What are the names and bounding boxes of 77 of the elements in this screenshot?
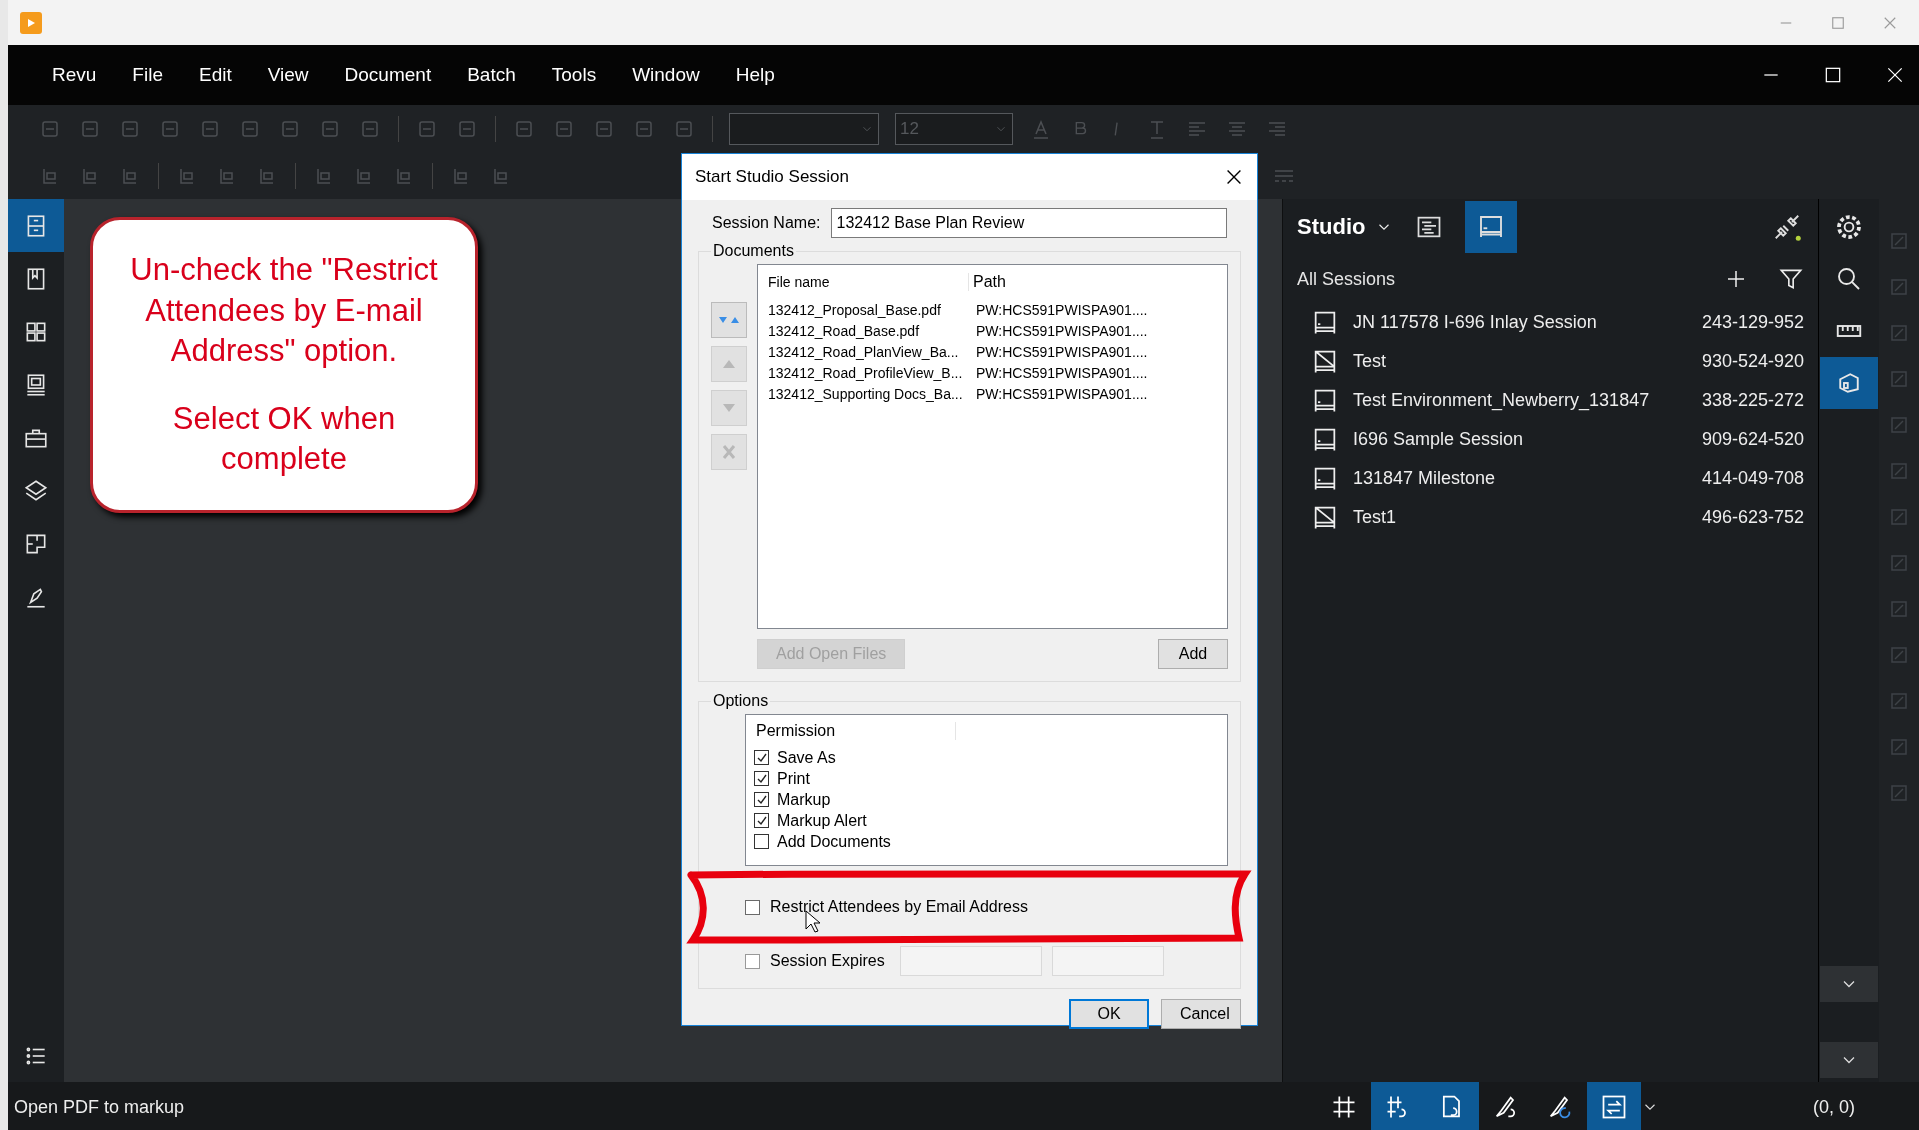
panel-title[interactable]: Studio bbox=[1297, 214, 1366, 240]
option-label: Restrict Attendees by Email Address bbox=[770, 898, 1028, 916]
permission-checkbox[interactable] bbox=[754, 792, 769, 807]
file-name-cell[interactable]: 132412_Road_ProfileView_B... bbox=[768, 364, 968, 381]
column-header[interactable]: Permission bbox=[756, 722, 957, 740]
font-dropdown[interactable] bbox=[729, 112, 879, 145]
session-name-field[interactable]: 132412 Base Plan Review bbox=[830, 208, 1227, 238]
mouse-cursor-icon bbox=[805, 910, 821, 934]
time-field[interactable] bbox=[1052, 946, 1164, 976]
group-label: Options bbox=[713, 692, 769, 709]
menu-item[interactable]: Document bbox=[326, 64, 450, 86]
path-cell-text: PW:HCS591PWISPA901.... bbox=[975, 343, 1148, 360]
session-id: 243-129-952 bbox=[1701, 312, 1804, 333]
session-name[interactable]: I696 Sample Session bbox=[1353, 429, 1688, 450]
column-header[interactable]: File name bbox=[768, 274, 968, 290]
dialog-title: Start Studio Session bbox=[695, 167, 850, 187]
file-name-cell[interactable]: 132412_Supporting Docs_Ba... bbox=[768, 385, 968, 402]
swap-icon[interactable] bbox=[1600, 1093, 1628, 1121]
menu-item[interactable]: Tools bbox=[533, 64, 615, 86]
maximize-icon[interactable] bbox=[1823, 65, 1843, 85]
dialog-button[interactable]: OK bbox=[1069, 999, 1149, 1029]
dialog-button[interactable]: Add bbox=[1158, 639, 1228, 669]
menu-item[interactable]: Window bbox=[614, 64, 718, 86]
session-name[interactable]: Test Environment_Newberry_131847 bbox=[1353, 390, 1688, 411]
section-title: All Sessions bbox=[1297, 268, 1397, 290]
field-label: Session Name: bbox=[712, 214, 821, 232]
restrict-checkbox[interactable] bbox=[745, 899, 760, 915]
session-name[interactable]: Test bbox=[1353, 351, 1688, 372]
status-toggle[interactable] bbox=[1425, 1082, 1479, 1130]
column-header[interactable]: Path bbox=[968, 273, 1143, 291]
menu-item[interactable]: File bbox=[114, 64, 181, 86]
menu-item[interactable]: View bbox=[249, 64, 327, 86]
sessions-button[interactable] bbox=[1465, 201, 1518, 253]
settings-icon[interactable] bbox=[1834, 212, 1864, 242]
path-cell-text: PW:HCS591PWISPA901.... bbox=[975, 385, 1148, 402]
permission-label: Markup bbox=[777, 790, 831, 809]
status-toggle[interactable] bbox=[1587, 1082, 1641, 1130]
group-label: Documents bbox=[713, 242, 794, 259]
date-field[interactable] bbox=[900, 946, 1042, 976]
path-cell-text: PW:HCS591PWISPA901.... bbox=[975, 364, 1148, 381]
menu-item[interactable]: Revu bbox=[34, 64, 115, 86]
menu-item[interactable]: Help bbox=[717, 64, 793, 86]
permission-label: Save As bbox=[777, 748, 836, 767]
menu-item[interactable]: Edit bbox=[181, 64, 250, 86]
status-toggle[interactable] bbox=[1371, 1082, 1425, 1130]
sidebar-tab[interactable] bbox=[8, 199, 64, 252]
session-name[interactable]: 131847 Milestone bbox=[1353, 468, 1688, 489]
file-name-cell[interactable]: 132412_Road_PlanView_Ba... bbox=[768, 343, 968, 360]
sort-button[interactable] bbox=[711, 302, 747, 338]
path-cell-text: PW:HCS591PWISPA901.... bbox=[975, 301, 1148, 318]
permission-checkbox[interactable] bbox=[754, 750, 769, 765]
cursor-coordinates: (0, 0) bbox=[1812, 1096, 1856, 1118]
instruction-text: Select OK when complete bbox=[171, 400, 397, 479]
plug-status-icon[interactable] bbox=[1772, 212, 1802, 242]
permission-label: Print bbox=[777, 769, 810, 788]
menu-item[interactable]: Batch bbox=[449, 64, 534, 86]
app-logo-icon bbox=[20, 11, 42, 34]
session-name[interactable]: JN 117578 I-696 Inlay Session bbox=[1353, 312, 1688, 333]
session-id: 909-624-520 bbox=[1701, 429, 1804, 450]
file-name-cell[interactable]: 132412_Proposal_Base.pdf bbox=[768, 301, 968, 318]
expires-checkbox[interactable] bbox=[745, 953, 760, 969]
option-label: Session Expires bbox=[770, 952, 886, 970]
session-id: 496-623-752 bbox=[1701, 507, 1804, 528]
permission-label: Add Documents bbox=[777, 832, 891, 851]
path-cell-text: PW:HCS591PWISPA901.... bbox=[975, 322, 1148, 339]
permission-checkbox[interactable] bbox=[754, 813, 769, 828]
file-name-cell[interactable]: 132412_Road_Base.pdf bbox=[768, 322, 968, 339]
permission-label: Markup Alert bbox=[777, 811, 867, 830]
permission-checkbox[interactable] bbox=[754, 771, 769, 786]
session-name[interactable]: Test1 bbox=[1353, 507, 1688, 528]
session-id: 930-524-920 bbox=[1701, 351, 1804, 372]
dialog-button[interactable]: Cancel bbox=[1161, 999, 1241, 1029]
session-id: 414-049-708 bbox=[1701, 468, 1804, 489]
session-id: 338-225-272 bbox=[1701, 390, 1804, 411]
status-text: Open PDF to markup bbox=[13, 1096, 186, 1118]
permission-checkbox[interactable] bbox=[754, 834, 769, 849]
instruction-text: Un-check the "Restrict Attendees by E-mail Address" option. bbox=[129, 251, 439, 370]
